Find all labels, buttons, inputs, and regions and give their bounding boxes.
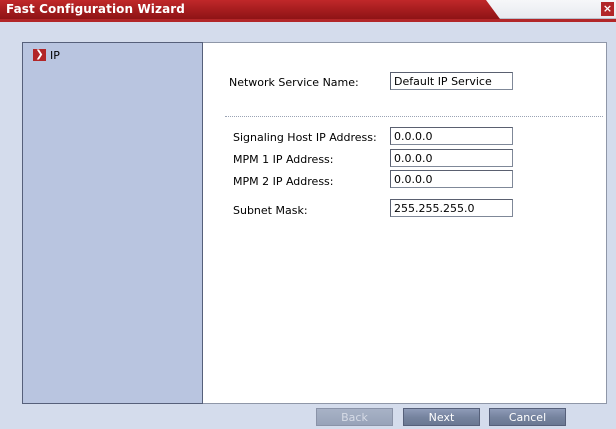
chevron-right-icon: ❯ [33,49,46,61]
next-button[interactable]: Next [403,408,480,426]
wizard-window: Fast Configuration Wizard × ❯ IP Network… [0,0,616,429]
mpm2-ip-label: MPM 2 IP Address: [233,175,334,188]
subnet-mask-label: Subnet Mask: [233,204,308,217]
ip-settings-pane [203,43,606,403]
mpm1-ip-input[interactable] [390,149,513,167]
section-divider [225,116,603,117]
mpm1-ip-label: MPM 1 IP Address: [233,153,334,166]
network-service-name-label: Network Service Name: [229,76,359,89]
title-bar-right [486,0,616,19]
mpm2-ip-input[interactable] [390,170,513,188]
close-icon[interactable]: × [601,2,614,16]
nav-item-label: IP [50,48,60,62]
network-service-name-input[interactable] [390,72,513,90]
back-button[interactable]: Back [316,408,393,426]
signaling-host-ip-input[interactable] [390,127,513,145]
cancel-button[interactable]: Cancel [489,408,566,426]
wizard-steps-pane: ❯ IP [22,42,203,404]
window-title: Fast Configuration Wizard [6,2,185,16]
subnet-mask-input[interactable] [390,199,513,217]
nav-item-ip[interactable]: ❯ IP [33,48,60,62]
signaling-host-ip-label: Signaling Host IP Address: [233,131,377,144]
title-bar: Fast Configuration Wizard × [0,0,616,19]
title-underline [0,19,616,22]
